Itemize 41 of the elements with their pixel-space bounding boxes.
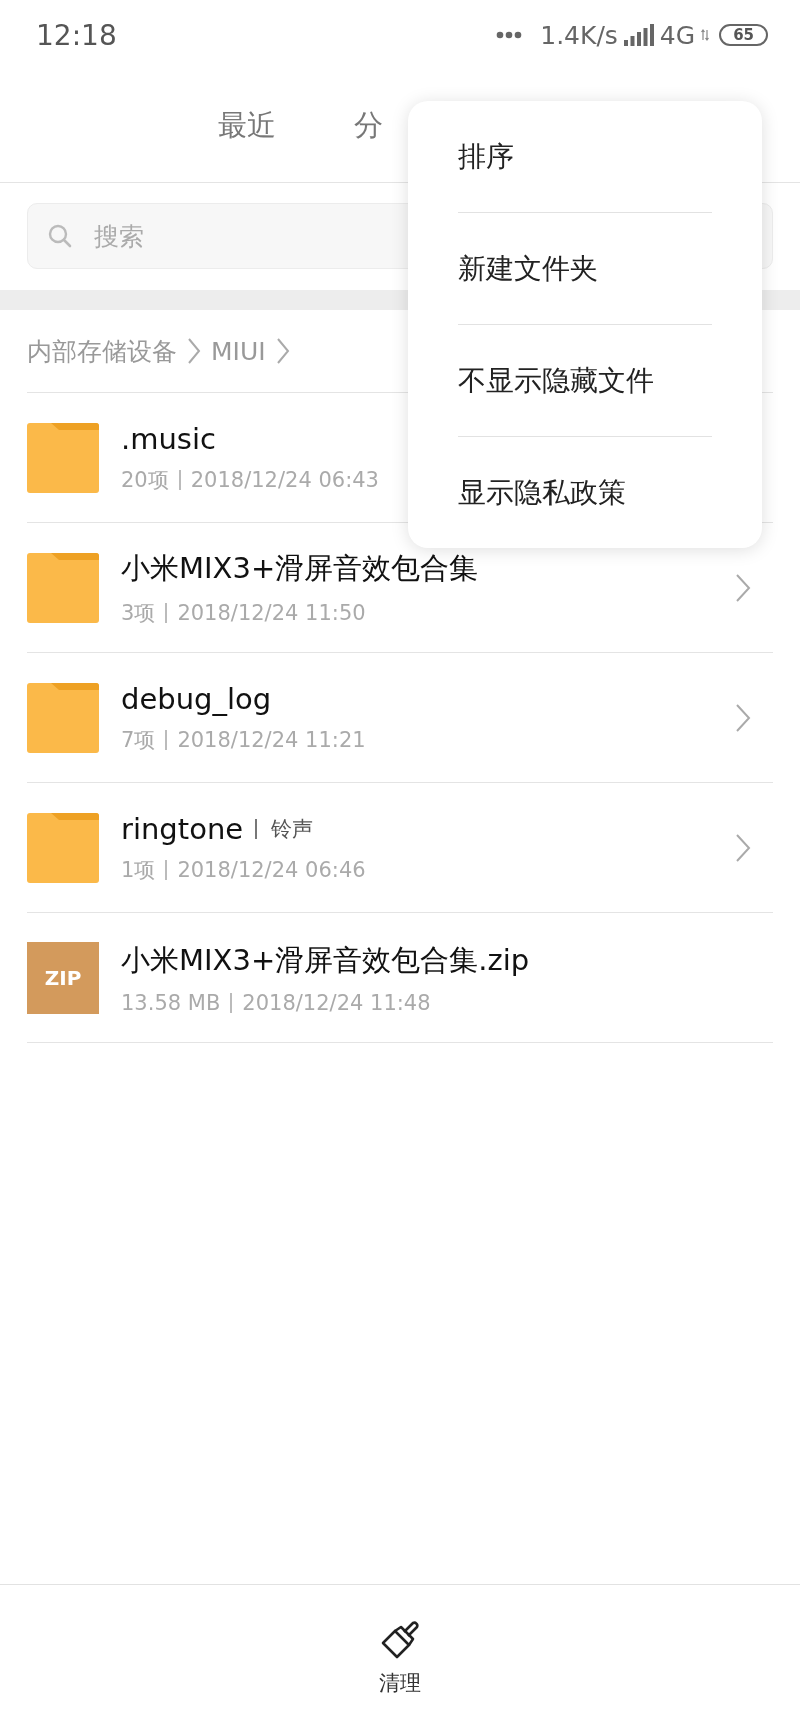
file-size: 1项 <box>121 856 156 884</box>
folder-tag: 铃声 <box>255 818 314 839</box>
menu-item[interactable]: 不显示隐藏文件 <box>458 361 654 400</box>
folder-icon <box>27 681 99 754</box>
file-date: 2018/12/24 11:21 <box>177 727 366 752</box>
network-speed: 1.4K/s <box>540 20 618 50</box>
file-size: 20项 <box>121 466 169 494</box>
file-name[interactable]: 小米MIX3+滑屏音效包合集.zip <box>121 940 530 981</box>
file-name[interactable]: 小米MIX3+滑屏音效包合集 <box>121 548 479 589</box>
tab[interactable]: 分 <box>354 106 383 146</box>
menu-item[interactable]: 排序 <box>458 137 514 176</box>
file-date: 2018/12/24 06:43 <box>190 467 379 492</box>
file-name[interactable]: .music <box>121 421 216 456</box>
clean-label[interactable]: 清理 <box>379 1669 421 1697</box>
chevron-right-icon <box>187 337 201 365</box>
folder-icon <box>27 421 99 494</box>
file-size: 7项 <box>121 726 156 754</box>
status-time: 12:18 <box>36 18 117 52</box>
brush-icon <box>379 1619 421 1661</box>
file-date: 2018/12/24 11:50 <box>177 600 366 625</box>
file-date: 2018/12/24 06:46 <box>177 857 366 882</box>
tab[interactable]: 最近 <box>218 106 276 146</box>
signal-icon <box>623 24 654 46</box>
zip-file-icon: ZIP <box>27 941 99 1014</box>
menu-item[interactable]: 显示隐私政策 <box>458 473 626 512</box>
file-size: 13.58 MB <box>121 990 221 1015</box>
file-name[interactable]: ringtone <box>121 811 244 846</box>
file-size: 3项 <box>121 599 156 627</box>
network-type: 4G <box>659 20 696 50</box>
chevron-right-icon[interactable] <box>735 572 751 603</box>
chevron-right-icon <box>275 337 290 365</box>
file-name[interactable]: debug_log <box>121 681 272 716</box>
folder-icon <box>27 811 99 884</box>
folder-icon <box>27 551 99 624</box>
data-arrows-icon <box>701 29 710 41</box>
file-date: 2018/12/24 11:48 <box>242 990 431 1015</box>
battery-indicator: 65 <box>719 24 768 46</box>
more-dots-icon <box>496 31 523 39</box>
chevron-right-icon[interactable] <box>735 832 751 863</box>
search-icon <box>47 223 73 249</box>
chevron-right-icon[interactable] <box>735 702 751 733</box>
